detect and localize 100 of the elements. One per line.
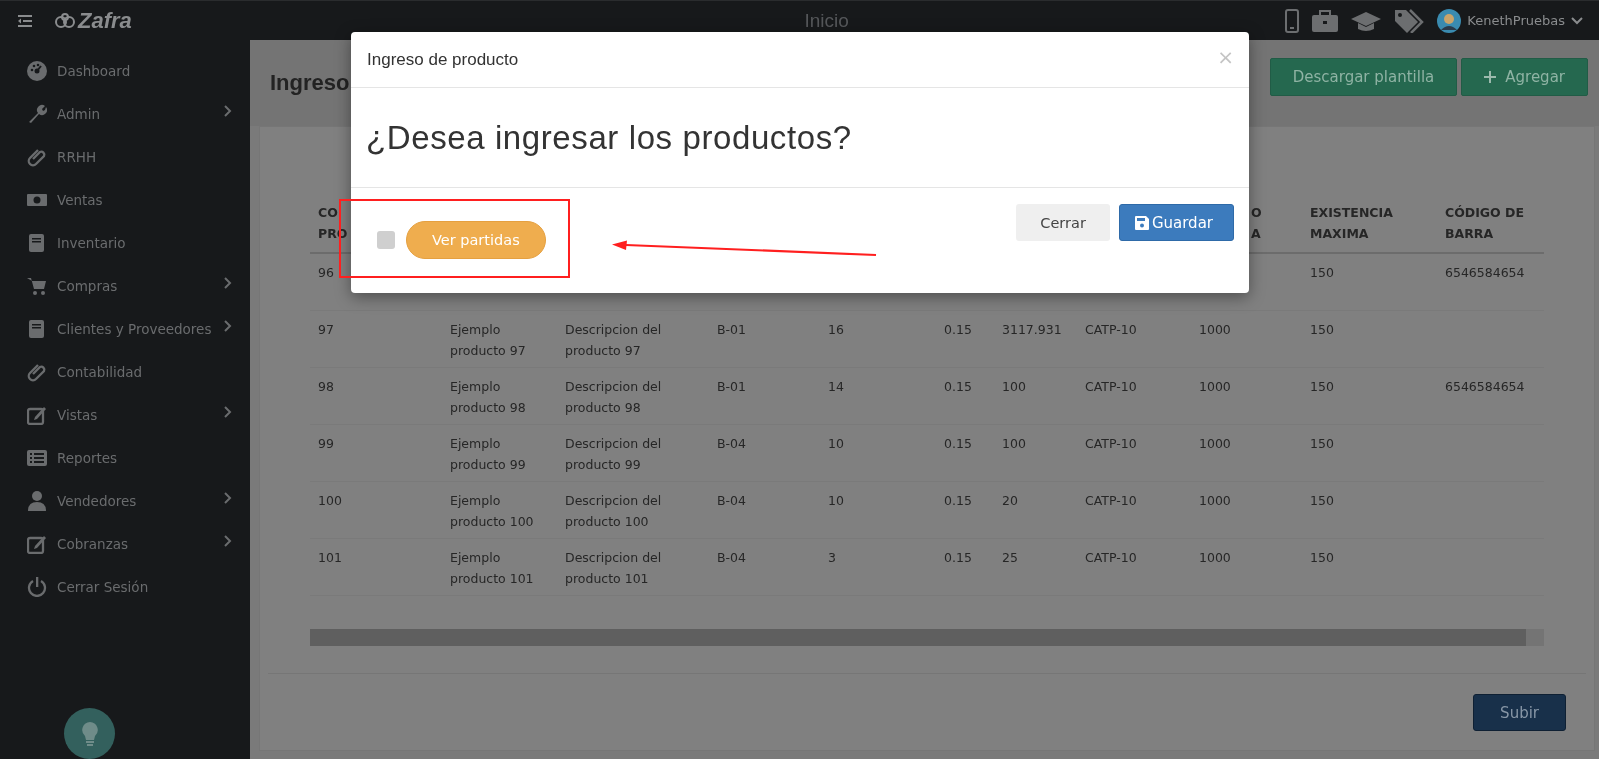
sidebar-item[interactable]: Ventas	[0, 178, 250, 221]
paperclip-icon	[27, 146, 47, 167]
table-cell-text: 6546584654	[1445, 264, 1525, 282]
caret-icon	[1571, 16, 1583, 25]
view-items-button[interactable]: Ver partidas	[406, 221, 546, 259]
table-cell-text: CATP-10	[1085, 549, 1137, 567]
page-title: Inicio	[803, 9, 850, 32]
table-cell-text: Ejemplo producto 100	[450, 492, 535, 531]
table-cell-text: 150	[1310, 549, 1334, 567]
table-cell-text: Descripcion del producto 97	[565, 321, 663, 360]
upload-button[interactable]: Subir	[1473, 694, 1566, 731]
table-cell-text: 0.15	[944, 549, 972, 567]
table-cell-text: B-04	[717, 549, 746, 567]
sidebar-item[interactable]: Compras	[0, 264, 250, 307]
table-cell-text: Descripcion del producto 101	[565, 549, 663, 588]
sidebar-item[interactable]: Admin	[0, 92, 250, 135]
table-cell-text: 10	[828, 435, 844, 453]
edit-icon	[27, 533, 47, 554]
table-cell-text: 3117.931	[1002, 321, 1062, 339]
add-button[interactable]: Agregar	[1461, 58, 1588, 96]
menu-icon[interactable]	[18, 14, 32, 27]
table-cell-text: B-04	[717, 435, 746, 453]
wrench-icon	[27, 103, 47, 124]
sidebar-item[interactable]: Reportes	[0, 436, 250, 479]
phone-icon	[1285, 8, 1300, 33]
table-cell-text: 97	[318, 321, 334, 339]
table-cell-text: 1000	[1199, 435, 1231, 453]
table-cell-text: 0.15	[944, 378, 972, 396]
briefcase-button[interactable]	[1312, 9, 1339, 32]
avatar-icon	[1437, 8, 1462, 33]
table-cell-text: B-01	[717, 378, 746, 396]
table-cell-text: 150	[1310, 492, 1334, 510]
table-cell-text: 16	[828, 321, 844, 339]
sidebar-item[interactable]: Vendedores	[0, 479, 250, 522]
lightbulb-icon	[80, 720, 99, 747]
column-header[interactable]: CÓDIGO DE BARRA	[1445, 202, 1540, 244]
paperclip-icon	[27, 361, 47, 382]
chevron-icon	[224, 320, 232, 332]
table-cell-text: 20	[1002, 492, 1018, 510]
table-cell-text: 150	[1310, 321, 1334, 339]
sidebar-item[interactable]: Cobranzas	[0, 522, 250, 565]
table-cell-text: 0.15	[944, 321, 972, 339]
table-cell-text: 14	[828, 378, 844, 396]
tags-button[interactable]	[1394, 8, 1425, 33]
table-cell-text: 96	[318, 264, 334, 282]
column-header[interactable]: EXISTENCIA MAXIMA	[1310, 202, 1441, 244]
chevron-icon	[224, 277, 232, 289]
chevron-icon	[224, 105, 232, 117]
user-icon	[27, 490, 47, 511]
confirmation-question: ¿Desea ingresar los productos?	[366, 118, 852, 157]
table-cell-text: 101	[318, 549, 342, 567]
table-cell-text: 25	[1002, 549, 1018, 567]
graduation-cap-button[interactable]	[1351, 9, 1382, 32]
close-button[interactable]: ×	[1217, 44, 1234, 69]
sidebar-item[interactable]: Clientes y Proveedores	[0, 307, 250, 350]
table-cell-text: 1000	[1199, 321, 1231, 339]
table-cell-text: 10	[828, 492, 844, 510]
table-cell-text: Ejemplo producto 101	[450, 549, 535, 588]
table-cell-text: Ejemplo producto 99	[450, 435, 527, 474]
table-cell-text: Descripcion del producto 100	[565, 492, 663, 531]
table-cell-text: 99	[318, 435, 334, 453]
sidebar-item[interactable]: Inventario	[0, 221, 250, 264]
table-cell-text: Descripcion del producto 98	[565, 378, 663, 417]
page-heading: Ingreso	[270, 70, 350, 96]
column-header[interactable]: O A	[1251, 202, 1262, 244]
horizontal-scrollbar[interactable]	[310, 629, 1544, 646]
table-cell-text: Ejemplo producto 98	[450, 378, 527, 417]
cart-icon	[27, 275, 47, 296]
checkbox[interactable]	[377, 231, 395, 249]
tags-icon	[1394, 8, 1425, 33]
table-cell-text: 150	[1310, 435, 1334, 453]
table-cell-text: 100	[1002, 378, 1026, 396]
table-cell-text: 1000	[1199, 549, 1231, 567]
table-cell-text: CATP-10	[1085, 321, 1137, 339]
edit-icon	[27, 404, 47, 425]
table-cell-text: 100	[1002, 435, 1026, 453]
sidebar-item[interactable]: Contabilidad	[0, 350, 250, 393]
book-icon	[27, 318, 47, 339]
sidebar-item[interactable]: Vistas	[0, 393, 250, 436]
table-cell-text: 1000	[1199, 378, 1231, 396]
book-icon	[27, 232, 47, 253]
sidebar-item[interactable]: RRHH	[0, 135, 250, 178]
close-dialog-button[interactable]: Cerrar	[1016, 204, 1110, 241]
sidebar-item[interactable]: Cerrar Sesión	[0, 565, 250, 608]
graduation-cap-icon	[1351, 9, 1382, 32]
table-cell-text: 100	[318, 492, 342, 510]
table-cell-text: CATP-10	[1085, 378, 1137, 396]
table-cell-text: 150	[1310, 378, 1334, 396]
list-icon	[27, 447, 47, 468]
chevron-icon	[224, 406, 232, 418]
table-cell-text: B-01	[717, 321, 746, 339]
user-menu[interactable]: KenethPruebas	[1437, 8, 1583, 33]
help-button[interactable]	[64, 708, 115, 759]
save-button[interactable]: Guardar	[1118, 204, 1234, 241]
phone-button[interactable]	[1285, 8, 1300, 33]
download-template-button[interactable]: Descargar plantilla	[1269, 58, 1458, 96]
chevron-icon	[224, 492, 232, 504]
sidebar-item[interactable]: Dashboard	[0, 49, 250, 92]
table-cell-text: 3	[828, 549, 836, 567]
modal-title: Ingreso de producto	[367, 49, 519, 70]
